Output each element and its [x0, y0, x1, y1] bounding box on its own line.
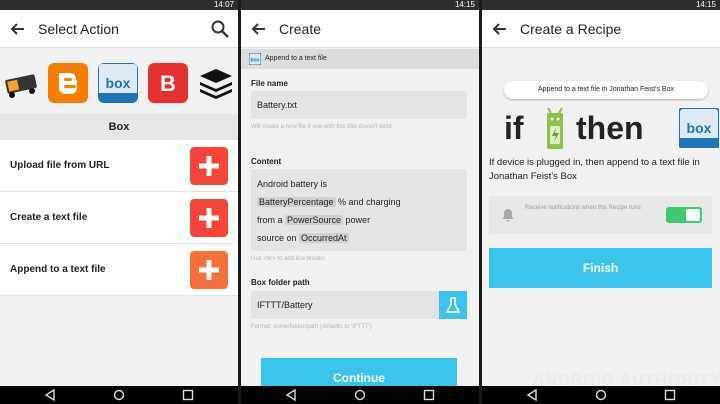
finish-button[interactable]: Finish [489, 248, 712, 288]
nav-home-icon[interactable] [595, 389, 607, 401]
folder-path-value: IFTTT/Battery [257, 300, 313, 310]
content-hint: Use <br> to add line breaks [251, 256, 325, 262]
status-time: 14:07 [213, 0, 234, 9]
screen-select-action: 14:07 Select Action box B Box Upload fil… [0, 0, 238, 404]
status-bar: 14:07 [0, 0, 238, 10]
page-title: Create a Recipe [520, 21, 622, 37]
add-plus-icon[interactable] [190, 251, 228, 289]
svg-text:box: box [251, 58, 260, 64]
if-then-graphic: if then box [504, 106, 719, 156]
status-time: 14:15 [454, 0, 475, 9]
svg-text:box: box [687, 120, 712, 136]
content-text: % and charging [335, 197, 401, 207]
add-plus-icon[interactable] [190, 199, 228, 237]
nav-back-icon[interactable] [44, 389, 56, 401]
nav-back-icon[interactable] [526, 389, 538, 401]
notification-setting: Receive notifications when this Recipe r… [489, 196, 712, 234]
folder-path-field[interactable]: IFTTT/Battery [251, 291, 467, 319]
bitly-b-icon[interactable]: B [148, 63, 188, 103]
nav-bar [241, 386, 479, 404]
content-line: Android battery is [257, 179, 328, 189]
toolbar: Create a Recipe [482, 10, 720, 48]
status-bar: 14:15 [482, 0, 720, 10]
nav-recents-icon[interactable] [182, 389, 194, 401]
then-word: then [576, 110, 644, 146]
content-text: source on [257, 233, 300, 243]
if-word: if [504, 110, 524, 146]
action-create-text-file[interactable]: Create a text file [0, 192, 238, 244]
toggle-knob [686, 209, 700, 221]
bell-icon [502, 209, 514, 222]
section-header-box: Box [0, 114, 238, 140]
back-arrow-icon[interactable] [8, 19, 28, 39]
add-plus-icon[interactable] [190, 147, 228, 185]
box-icon[interactable]: box [98, 63, 138, 103]
notification-toggle[interactable] [666, 207, 702, 223]
android-battery-icon [547, 107, 563, 149]
action-append-text-file[interactable]: Append to a text file [0, 244, 238, 296]
content-field[interactable]: Android battery is BatteryPercentage % a… [251, 169, 467, 251]
page-title: Create [279, 21, 322, 37]
status-time: 14:15 [695, 0, 716, 9]
selected-action-bar: box Append to a text file [241, 49, 479, 69]
content-text: power [343, 215, 371, 225]
svg-text:box: box [106, 75, 131, 91]
content-text: from a [257, 215, 286, 225]
box-icon: box [679, 108, 719, 148]
page-title: Select Action [38, 21, 119, 37]
buffer-icon[interactable] [196, 63, 236, 103]
action-label: Append to a text file [10, 264, 106, 275]
ingredient-pill[interactable]: BatteryPercentage [257, 197, 336, 207]
box-small-icon: box [249, 53, 261, 65]
recipe-description: If device is plugged in, then append to … [489, 157, 700, 182]
file-name-hint: Will create a new file if one with this … [251, 124, 392, 130]
content-line: BatteryPercentage % and charging [257, 193, 461, 211]
search-icon[interactable] [210, 19, 230, 39]
action-upload-file[interactable]: Upload file from URL [0, 140, 238, 192]
watermark: ANDROID AUTHORITY [533, 372, 720, 389]
selected-action-label: Append to a text file [265, 55, 327, 62]
folder-path-hint: Format: some/folder/path (defaults to 'I… [251, 324, 372, 330]
toolbar: Select Action [0, 10, 238, 48]
nav-home-icon[interactable] [354, 389, 366, 401]
box-car-icon[interactable] [2, 63, 42, 103]
status-bar: 14:15 [241, 0, 479, 10]
nav-recents-icon[interactable] [423, 389, 435, 401]
ingredient-pill[interactable]: PowerSource [285, 215, 344, 225]
screen-create-recipe: 14:15 Create a Recipe Append to a text f… [482, 0, 720, 404]
content-line: from a PowerSource power [257, 211, 461, 229]
content-label: Content [251, 157, 282, 166]
nav-bar [0, 386, 238, 404]
back-arrow-icon[interactable] [490, 19, 510, 39]
screen-create: 14:15 Create box Append to a text file F… [241, 0, 479, 404]
file-name-label: File name [251, 79, 288, 88]
recipe-action-chip: Append to a text file in Jonathan Feist'… [504, 81, 708, 99]
action-label: Upload file from URL [10, 160, 110, 171]
file-name-value: Battery.txt [257, 100, 297, 110]
nav-home-icon[interactable] [113, 389, 125, 401]
folder-path-label: Box folder path [251, 278, 310, 287]
file-name-field[interactable]: Battery.txt [251, 91, 467, 119]
action-label: Create a text file [10, 212, 88, 223]
ingredient-pill[interactable]: OccurredAt [299, 233, 349, 243]
notification-label: Receive notifications when this Recipe r… [525, 205, 641, 211]
content-line: source on OccurredAt [257, 229, 461, 247]
nav-recents-icon[interactable] [664, 389, 676, 401]
nav-back-icon[interactable] [285, 389, 297, 401]
toolbar: Create [241, 10, 479, 48]
svg-text:B: B [160, 71, 176, 96]
blogger-icon[interactable] [48, 63, 88, 103]
ingredient-flask-icon[interactable] [439, 291, 467, 319]
back-arrow-icon[interactable] [249, 19, 269, 39]
channel-strip: box B [0, 58, 238, 110]
